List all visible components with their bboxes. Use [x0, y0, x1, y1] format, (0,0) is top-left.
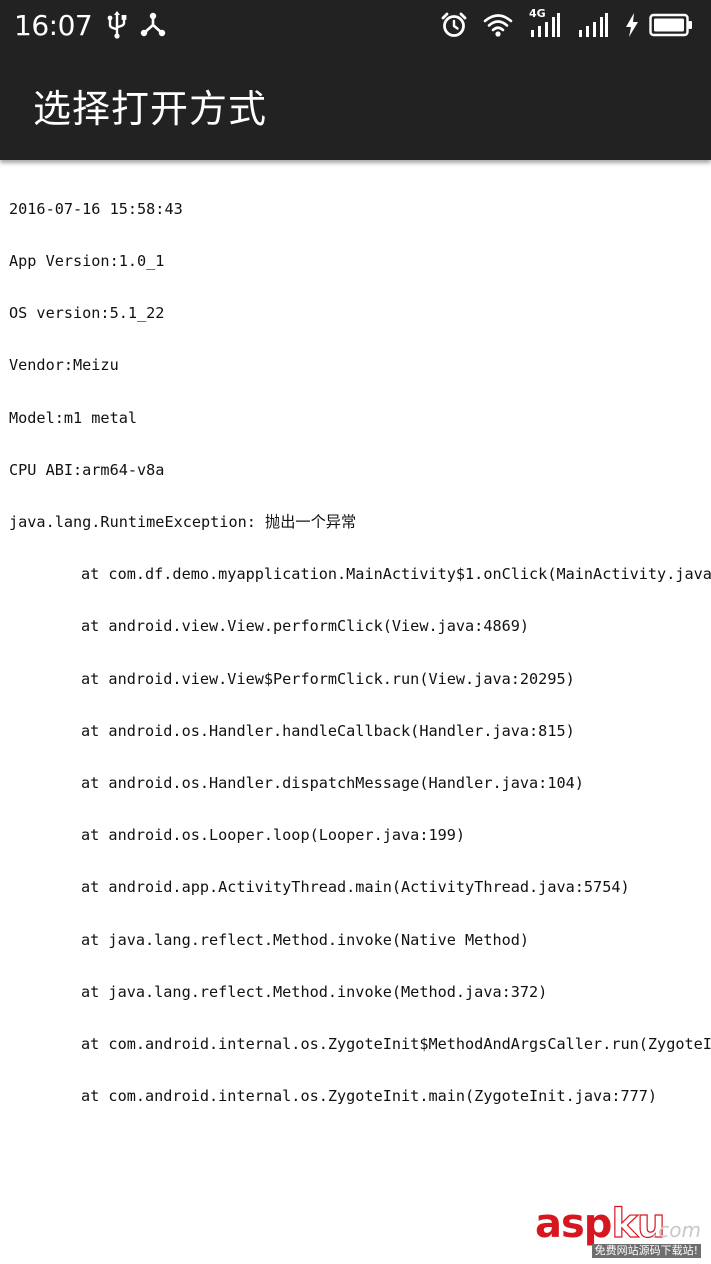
log-line: 2016-07-16 15:58:43	[9, 199, 183, 218]
stack-trace-line: at android.os.Handler.dispatchMessage(Ha…	[81, 774, 584, 793]
network-type-label: 4G	[529, 7, 546, 20]
watermark-brand: aspku	[535, 1201, 666, 1247]
stack-trace-line: at android.view.View.performClick(View.j…	[81, 617, 530, 636]
charging-icon	[625, 13, 639, 37]
stack-trace-line: at android.os.Handler.handleCallback(Han…	[81, 721, 575, 740]
status-bar: 16:07 4G	[0, 0, 711, 50]
signal-icon	[577, 12, 609, 38]
battery-icon	[649, 13, 693, 37]
stack-trace-line: at com.android.internal.os.ZygoteInit$Me…	[81, 1035, 711, 1054]
log-line: Model:m1 metal	[9, 408, 138, 427]
usb-icon	[106, 11, 128, 39]
crash-log-text: 2016-07-16 15:58:43 App Version:1.0_1 OS…	[9, 166, 711, 1123]
log-line: Vendor:Meizu	[9, 356, 119, 375]
stack-trace-line: at com.android.internal.os.ZygoteInit.ma…	[81, 1087, 658, 1106]
signal-4g-icon: 4G	[529, 7, 561, 38]
stack-trace-line: at java.lang.reflect.Method.invoke(Nativ…	[81, 930, 530, 949]
app-toolbar: 选择打开方式	[0, 50, 711, 160]
watermark-brand-asp: asp	[535, 1201, 612, 1247]
share-icon	[140, 12, 166, 38]
toolbar-title: 选择打开方式	[33, 87, 268, 131]
log-line: java.lang.RuntimeException: 抛出一个异常	[9, 513, 357, 532]
log-line: OS version:5.1_22	[9, 304, 165, 323]
stack-trace-line: at com.df.demo.myapplication.MainActivit…	[81, 565, 711, 584]
stack-trace-line: at android.view.View$PerformClick.run(Vi…	[81, 669, 575, 688]
stack-trace-line: at android.os.Looper.loop(Looper.java:19…	[81, 826, 466, 845]
watermark-domain: .com	[651, 1218, 701, 1242]
wifi-icon	[483, 13, 513, 37]
watermark-subtitle: 免费网站源码下载站!	[591, 1244, 701, 1258]
stack-trace-line: at java.lang.reflect.Method.invoke(Metho…	[81, 982, 548, 1001]
stack-trace-line: at android.app.ActivityThread.main(Activ…	[81, 878, 630, 897]
log-line: App Version:1.0_1	[9, 252, 165, 271]
watermark-logo: aspku .com 免费网站源码下载站!	[533, 1201, 703, 1260]
log-line: CPU ABI:arm64-v8a	[9, 460, 165, 479]
alarm-icon	[441, 12, 467, 38]
status-time: 16:07	[14, 8, 93, 42]
